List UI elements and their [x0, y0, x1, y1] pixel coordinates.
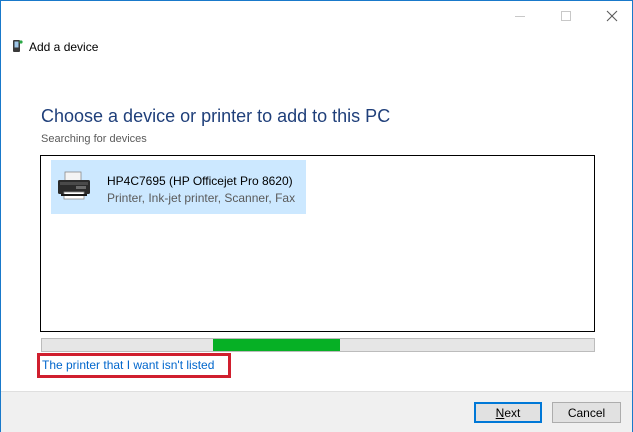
device-description: Printer, Ink-jet printer, Scanner, Fax: [107, 191, 296, 205]
search-status: Searching for devices: [41, 133, 147, 145]
printer-not-listed-link[interactable]: The printer that I want isn't listed: [42, 358, 214, 372]
device-name: HP4C7695 (HP Officejet Pro 8620): [107, 174, 293, 188]
dialog-title: Add a device: [29, 40, 99, 54]
page-title: Choose a device or printer to add to thi…: [41, 106, 391, 126]
device-list[interactable]: HP4C7695 (HP Officejet Pro 8620) Printer…: [40, 155, 595, 332]
next-button[interactable]: Next: [474, 402, 542, 423]
search-progress-bar: [41, 338, 595, 352]
title-bar[interactable]: [1, 1, 632, 33]
progress-fill: [213, 339, 340, 351]
next-button-mnemonic: N: [495, 405, 505, 420]
dialog-footer: Next Cancel: [1, 391, 632, 432]
printer-icon: [58, 171, 90, 200]
cancel-button[interactable]: Cancel: [552, 402, 621, 423]
close-button[interactable]: [589, 1, 633, 31]
device-icon: [13, 40, 23, 52]
minimize-icon: [515, 15, 525, 17]
dialog-header: Add a device: [1, 33, 632, 63]
minimize-button[interactable]: [497, 1, 543, 31]
list-item[interactable]: HP4C7695 (HP Officejet Pro 8620) Printer…: [51, 160, 306, 214]
maximize-icon: [561, 11, 571, 21]
next-button-label: ext: [504, 405, 521, 420]
close-icon: [606, 10, 618, 22]
add-device-window: Add a device Choose a device or printer …: [0, 0, 633, 432]
maximize-button[interactable]: [543, 1, 589, 31]
